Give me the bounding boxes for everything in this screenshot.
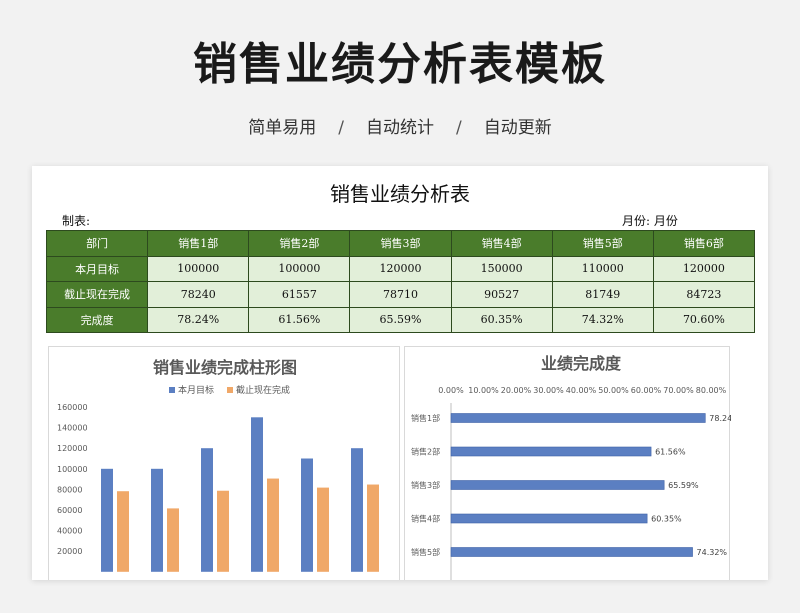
bar-target: [251, 417, 263, 572]
bar-target: [301, 458, 313, 572]
bar-target: [351, 448, 363, 572]
table-cell: 81749: [551, 281, 654, 308]
sheet-title: 销售业绩分析表: [330, 182, 470, 206]
x-tick-label: 10.00%: [468, 386, 499, 395]
bar-completed: [167, 508, 179, 572]
table-cell: 120000: [349, 255, 452, 282]
y-tick-label: 120000: [57, 444, 88, 453]
chart-title: 销售业绩完成柱形图: [153, 358, 297, 377]
table-header-cell: 销售1部: [147, 230, 250, 257]
row-label: 截止现在完成: [45, 281, 149, 308]
table-header-cell: 销售6部: [652, 230, 756, 257]
table-header-cell: 销售2部: [248, 230, 351, 257]
y-tick-label: 100000: [57, 465, 88, 474]
table-cell: 150000: [450, 255, 553, 282]
legend-label-target: 本月目标: [178, 384, 214, 396]
x-tick-label: 70.00%: [663, 386, 694, 395]
table-header-row: 部门 销售1部 销售2部 销售3部 销售4部 销售5部 销售6部: [45, 230, 756, 257]
table-cell: 78.24%: [147, 306, 250, 333]
bar-completed: [117, 491, 129, 572]
tag-separator: /: [338, 118, 344, 138]
data-label: 61.56%: [655, 448, 686, 457]
table-cell: 60.35%: [450, 306, 553, 333]
bar-completed: [367, 484, 379, 572]
maker-label: 制表:: [62, 214, 91, 228]
table-cell: 100000: [147, 255, 250, 282]
data-label: 60.35%: [651, 515, 682, 524]
tag-easy: 简单易用: [248, 118, 317, 138]
x-tick-label: 20.00%: [501, 386, 532, 395]
spreadsheet-preview: 销售业绩分析表 制表: 月份: 月份 部门 销售1部 销售2部 销售3部 销售4…: [32, 166, 768, 580]
table-header-cell: 部门: [45, 230, 149, 257]
category-label: 销售2部: [411, 447, 440, 457]
bar-completed: [317, 487, 329, 572]
table-cell: 100000: [248, 255, 351, 282]
table-header-cell: 销售5部: [551, 230, 654, 257]
category-label: 销售3部: [411, 480, 440, 490]
month-label: 月份: 月份: [622, 214, 678, 228]
completion-bar: [450, 547, 693, 557]
x-tick-label: 40.00%: [566, 386, 597, 395]
table-cell: 78240: [147, 281, 250, 308]
legend-label-completed: 截止现在完成: [236, 384, 290, 396]
table-cell: 65.59%: [349, 306, 452, 333]
bar-target: [151, 468, 163, 572]
table-cell: 120000: [652, 255, 756, 282]
completion-bar: [450, 413, 706, 423]
x-tick-label: 60.00%: [631, 386, 662, 395]
category-label: 销售1部: [411, 413, 440, 423]
column-chart: 销售业绩完成柱形图本月目标 截止现在完成 160000 140000 120000 100…: [57, 358, 379, 572]
bar-target: [101, 468, 113, 572]
table-row: 本月目标 100000 100000 120000 150000 110000 …: [45, 255, 756, 282]
completion-bar: [450, 480, 665, 490]
row-label: 本月目标: [45, 255, 149, 282]
y-tick-label: 80000: [57, 485, 82, 494]
legend-swatch-completed: [227, 387, 233, 393]
y-tick-label: 40000: [57, 527, 82, 536]
table-cell: 61.56%: [248, 306, 351, 333]
sales-table: 部门 销售1部 销售2部 销售3部 销售4部 销售5部 销售6部 本月目标 10…: [45, 230, 756, 333]
y-tick-label: 20000: [57, 547, 82, 556]
legend-swatch-target: [169, 387, 175, 393]
table-cell: 61557: [248, 281, 351, 308]
completion-bar: [450, 446, 652, 457]
data-label: 78.24%: [709, 414, 731, 423]
bar-target: [201, 448, 213, 572]
tag-auto-update: 自动更新: [483, 118, 552, 138]
chart-title: 业绩完成度: [541, 354, 622, 373]
table-cell: 90527: [450, 281, 553, 308]
table-row: 截止现在完成 78240 61557 78710 90527 81749 847…: [45, 281, 756, 308]
x-tick-label: 80.00%: [696, 386, 727, 395]
y-tick-label: 160000: [57, 403, 88, 412]
category-label: 销售5部: [411, 547, 440, 557]
y-tick-label: 60000: [57, 506, 82, 515]
x-tick-label: 50.00%: [598, 386, 629, 395]
data-label: 74.32%: [697, 548, 728, 557]
column-chart-panel: 销售业绩完成柱形图本月目标 截止现在完成 160000 140000 120000 100…: [48, 346, 400, 580]
table-cell: 84723: [652, 281, 756, 308]
completion-bar: [450, 513, 648, 524]
completion-chart-panel: 业绩完成度 0.00% 10.00% 20.00% 30.00% 40.00% 50.00%…: [404, 346, 740, 580]
tag-auto-stat: 自动统计: [366, 118, 434, 138]
subtitle-tags: 简单易用 / 自动统计 / 自动更新: [0, 113, 800, 138]
table-cell: 78710: [349, 281, 452, 308]
table-cell: 70.60%: [652, 306, 756, 333]
category-label: 销售4部: [411, 514, 440, 524]
row-label: 完成度: [45, 306, 149, 333]
table-header-cell: 销售3部: [349, 230, 452, 257]
x-tick-label: 30.00%: [533, 386, 564, 395]
bar-completed: [267, 478, 279, 572]
tag-separator: /: [456, 118, 462, 138]
page-title: 销售业绩分析表模板: [193, 39, 607, 90]
x-tick-label: 0.00%: [438, 386, 464, 395]
table-header-cell: 销售4部: [450, 230, 553, 257]
bar-completed: [217, 490, 229, 572]
table-cell: 74.32%: [551, 306, 654, 333]
table-cell: 110000: [551, 255, 654, 282]
completion-bar-chart: 业绩完成度 0.00% 10.00% 20.00% 30.00% 40.00% 50.00%…: [411, 354, 740, 580]
data-label: 65.59%: [668, 481, 699, 490]
table-row: 完成度 78.24% 61.56% 65.59% 60.35% 74.32% 7…: [45, 306, 756, 333]
y-tick-label: 140000: [57, 424, 88, 433]
